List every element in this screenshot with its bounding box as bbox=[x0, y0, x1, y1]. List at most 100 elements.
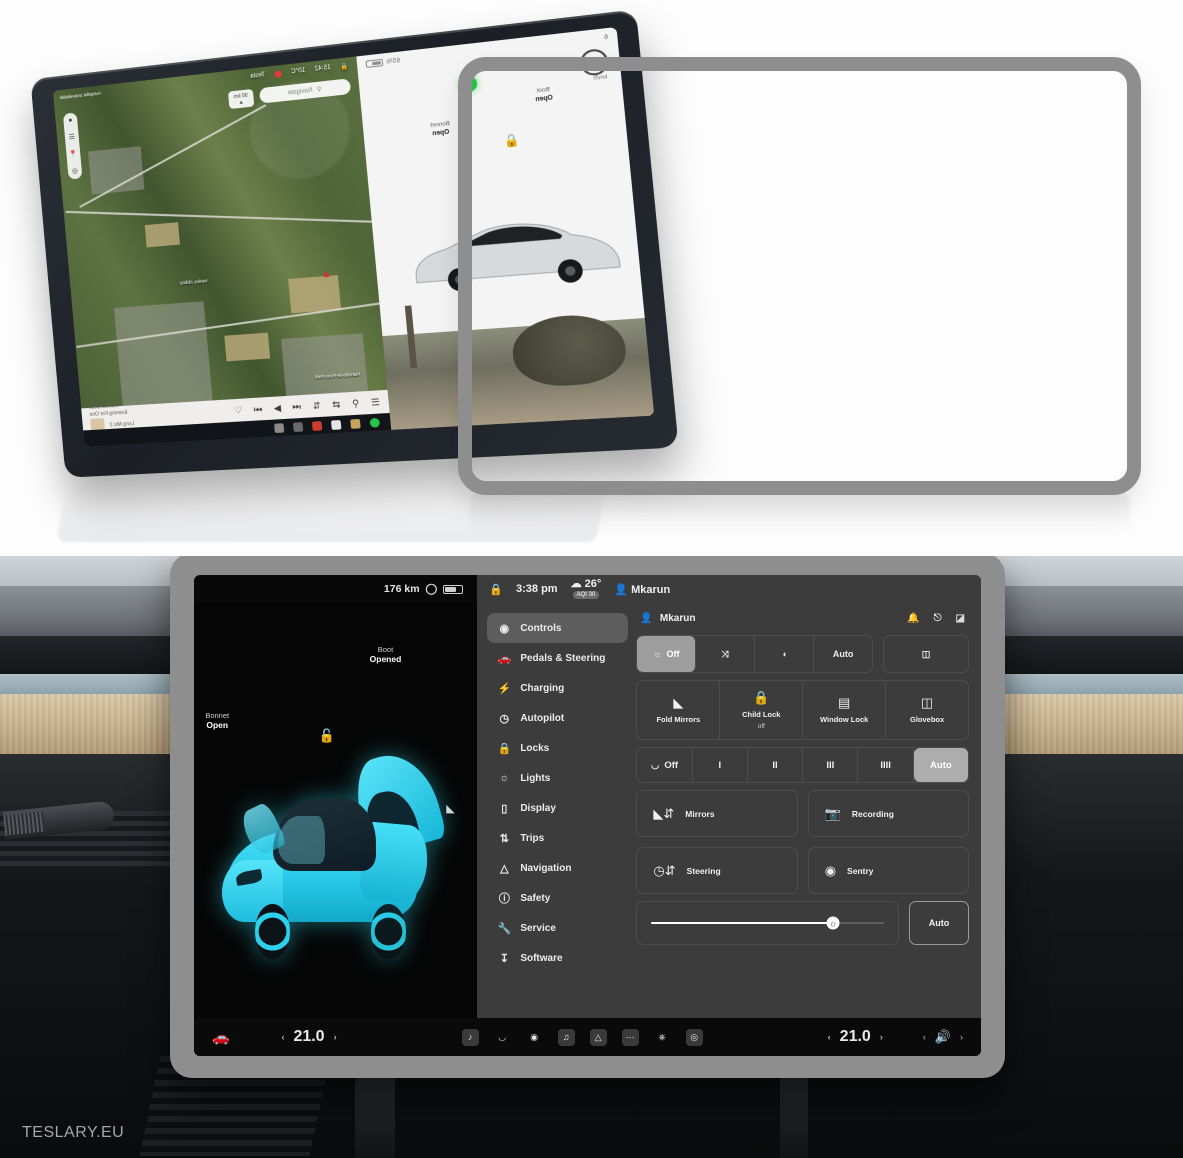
chart-icon[interactable]: △ bbox=[589, 1028, 607, 1046]
glovebox-tile[interactable]: ◫ Glovebox bbox=[886, 681, 968, 739]
volume-increase-icon[interactable]: › bbox=[960, 1032, 963, 1042]
list-icon[interactable]: ☰ bbox=[68, 133, 76, 142]
wipers-2-button[interactable]: II bbox=[748, 748, 804, 782]
map-temp: 10°C bbox=[290, 67, 306, 76]
slider-track[interactable]: ☼ bbox=[651, 916, 884, 930]
wipers-4-button[interactable]: IIII bbox=[858, 748, 914, 782]
profile-group[interactable]: 👤 Mkarun bbox=[614, 583, 670, 596]
brightness-auto-button[interactable]: Auto bbox=[909, 901, 969, 945]
mirrors-adjust-button[interactable]: ◣⇵ Mirrors bbox=[636, 790, 798, 837]
window-lock-tile[interactable]: ▤ Window Lock bbox=[803, 681, 887, 739]
map-nav-button[interactable]: 90 km ▲ bbox=[227, 88, 255, 110]
wifi-icon[interactable]: ◪ bbox=[956, 613, 965, 624]
sidebar-item-safety[interactable]: ⓘ Safety bbox=[487, 883, 628, 913]
sidebar-item-service[interactable]: 🔧 Service bbox=[487, 913, 628, 943]
media-controls-left[interactable]: ☰ ⚲ ⇄ ⇅ ⏮ ▶ ⏭ ♡ bbox=[234, 396, 381, 416]
sidebar-item-autopilot[interactable]: ◷ Autopilot bbox=[487, 703, 628, 733]
sidebar-item-controls[interactable]: ◉ Controls bbox=[487, 613, 629, 643]
adjust-quad-grid[interactable]: ◣⇵ Mirrors 📷 Recording ◷⇵ Steering ◉ Sen… bbox=[636, 790, 969, 894]
passenger-temperature-control[interactable]: ‹ 21.0 › bbox=[828, 1028, 883, 1046]
repeat-icon[interactable]: ⇅ bbox=[312, 400, 321, 412]
unlocked-icon[interactable]: 🔓 bbox=[319, 728, 335, 744]
next-icon[interactable]: ⏭ bbox=[253, 403, 262, 415]
lights-segment-group[interactable]: ☼ Off ⤨ ◖ Auto bbox=[636, 635, 873, 673]
volume-control[interactable]: ‹ 🔊 › bbox=[923, 1029, 963, 1045]
fold-mirrors-tile[interactable]: ◣ Fold Mirrors bbox=[637, 681, 721, 739]
parking-lights-button[interactable]: ⤨ bbox=[696, 636, 756, 672]
volume-icon[interactable]: 🔊 bbox=[935, 1029, 951, 1045]
weather-group[interactable]: ☁ 26° AQI 30 bbox=[571, 579, 601, 599]
panel-profile[interactable]: 👤 Mkarun bbox=[640, 613, 695, 624]
media-app-icon[interactable] bbox=[273, 422, 285, 433]
satellite-icon[interactable]: ● bbox=[68, 117, 73, 124]
steering-adjust-button[interactable]: ◷⇵ Steering bbox=[636, 847, 798, 894]
wipers-row[interactable]: ◡ Off I II III IIII Auto bbox=[636, 747, 969, 783]
recording-button[interactable]: 📷 Recording bbox=[807, 790, 969, 837]
high-beam-segment[interactable]: ◫ bbox=[883, 635, 969, 673]
sidebar-item-navigation[interactable]: △ Navigation bbox=[487, 853, 628, 883]
notes-app-icon[interactable] bbox=[330, 419, 342, 430]
camera-icon[interactable]: ◎ bbox=[685, 1028, 703, 1046]
shuffle-icon[interactable]: ⇄ bbox=[332, 398, 341, 410]
music-icon[interactable]: ♫ bbox=[557, 1028, 575, 1046]
lock-icon[interactable]: 🔒 bbox=[489, 583, 503, 596]
protector-inner-area bbox=[472, 71, 1127, 481]
quick-tiles-row[interactable]: ◣ Fold Mirrors 🔒 Child Lock off ▤ Window… bbox=[636, 680, 969, 740]
lights-auto-button[interactable]: Auto bbox=[814, 636, 872, 672]
app-launcher-row[interactable]: ♪ ◡ ◉ ♫ △ ⋯ ⎈ ◎ bbox=[337, 1028, 828, 1046]
lights-off-button[interactable]: ☼ Off bbox=[637, 636, 697, 672]
map-pin-icon: ▲ bbox=[320, 268, 333, 281]
search-icon[interactable]: ⚲ bbox=[352, 397, 360, 409]
driver-temperature-control[interactable]: ‹ 21.0 › bbox=[281, 1028, 336, 1046]
brightness-icon[interactable]: ☼ bbox=[826, 916, 840, 930]
temp-increase-icon[interactable]: › bbox=[880, 1032, 883, 1042]
previous-icon[interactable]: ⏮ bbox=[292, 401, 302, 413]
parking-lights-icon: ⤨ bbox=[721, 648, 729, 659]
car-visualization[interactable]: Bonnet Open Boot Opened 🔓 ◣ bbox=[194, 603, 478, 1018]
heart-icon[interactable]: ♡ bbox=[234, 404, 243, 416]
queue-icon[interactable]: ☰ bbox=[370, 396, 380, 408]
gallery-app-icon[interactable] bbox=[349, 418, 361, 429]
volume-decrease-icon[interactable]: ‹ bbox=[923, 1032, 926, 1042]
wipers-auto-button[interactable]: Auto bbox=[913, 748, 968, 782]
phone-app-icon[interactable] bbox=[369, 417, 380, 428]
child-lock-tile[interactable]: 🔒 Child Lock off bbox=[720, 681, 804, 739]
low-beam-button[interactable]: ◖ bbox=[755, 636, 815, 672]
sentry-button[interactable]: ◉ Sentry bbox=[807, 847, 969, 894]
brightness-row[interactable]: ☼ Auto bbox=[636, 901, 969, 945]
camera-app-icon[interactable] bbox=[311, 420, 323, 431]
bottom-app-bar[interactable]: 🚗 ‹ 21.0 › ♪ ◡ ◉ ♫ △ ⋯ ⎈ ◎ ‹ 21.0 › ‹ 🔊 … bbox=[194, 1018, 981, 1056]
wipers-3-button[interactable]: III bbox=[803, 748, 859, 782]
lights-row[interactable]: ☼ Off ⤨ ◖ Auto ◫ bbox=[636, 635, 969, 673]
brightness-slider[interactable]: ☼ bbox=[636, 901, 899, 945]
bluetooth-icon[interactable]: ⎋ bbox=[934, 613, 942, 624]
sidebar-item-lights[interactable]: ☼ Lights bbox=[487, 763, 628, 793]
play-icon[interactable]: ▶ bbox=[273, 402, 281, 414]
wiper-icon[interactable]: ◡ bbox=[494, 1029, 511, 1046]
target-icon[interactable]: ◎ bbox=[72, 167, 79, 176]
wipers-1-button[interactable]: I bbox=[693, 748, 748, 782]
pin-icon[interactable]: 📍 bbox=[69, 150, 78, 159]
sidebar-item-pedals-steering[interactable]: 🚗 Pedals & Steering bbox=[487, 643, 628, 673]
bell-icon[interactable]: 🔔 bbox=[907, 613, 919, 624]
media-icon[interactable]: ♪ bbox=[461, 1028, 479, 1046]
alert-icon: ⓘ bbox=[498, 893, 510, 905]
wipers-off-button[interactable]: ◡ Off bbox=[637, 748, 693, 782]
car-icon[interactable]: 🚗 bbox=[212, 1029, 229, 1046]
mirrored-map-pane[interactable]: 🔒 15:42 10°C Tesla ⚲ Navigate 90 km ▲ ● … bbox=[52, 56, 392, 447]
settings-sidebar[interactable]: ◉ Controls 🚗 Pedals & Steering ⚡ Chargin… bbox=[477, 603, 629, 1018]
power-icon[interactable]: ⎈ bbox=[654, 1029, 671, 1046]
climate-icon[interactable]: ◉ bbox=[526, 1029, 543, 1046]
high-beam-button[interactable]: ◫ bbox=[884, 636, 968, 672]
sidebar-item-software[interactable]: ↧ Software bbox=[487, 943, 628, 973]
sidebar-item-locks[interactable]: 🔒 Locks bbox=[487, 733, 628, 763]
more-icon[interactable]: ⋯ bbox=[621, 1028, 639, 1046]
temp-decrease-icon[interactable]: ‹ bbox=[828, 1032, 831, 1042]
sidebar-item-charging[interactable]: ⚡ Charging bbox=[487, 673, 628, 703]
download-icon: ↧ bbox=[499, 952, 509, 965]
temp-decrease-icon[interactable]: ‹ bbox=[281, 1032, 284, 1042]
center-touchscreen[interactable]: 176 km ◯ 🔒 3:38 pm ☁ 26° AQI 30 👤 Mkarun… bbox=[194, 575, 981, 1056]
sidebar-item-trips[interactable]: ⇅ Trips bbox=[487, 823, 628, 853]
calculator-app-icon[interactable] bbox=[292, 421, 304, 432]
sidebar-item-display[interactable]: ▯ Display bbox=[487, 793, 628, 823]
